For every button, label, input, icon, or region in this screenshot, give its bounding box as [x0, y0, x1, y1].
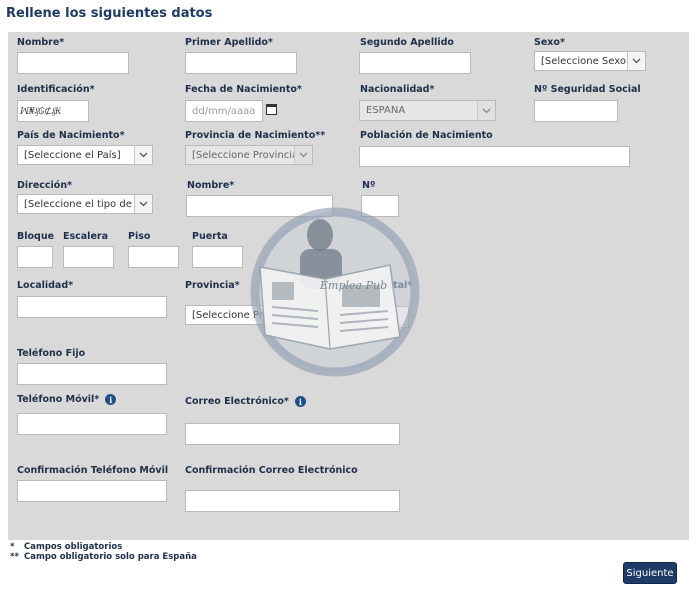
nacionalidad-select-value: ESPAÑA: [366, 105, 406, 116]
chevron-down-icon: [477, 101, 495, 120]
conf-telefono-input[interactable]: [17, 480, 167, 502]
chevron-down-icon: [134, 195, 152, 213]
label-primer-apellido: Primer Apellido*: [185, 37, 273, 48]
info-icon[interactable]: i: [294, 396, 306, 407]
label-direccion: Dirección*: [17, 180, 73, 191]
primer-apellido-input[interactable]: [185, 52, 297, 74]
identificacion-input[interactable]: ꟽ₦₰₲⊄₰₭: [17, 100, 89, 122]
note-espana: ** Campo obligatorio solo para España: [10, 552, 197, 562]
note-star: *: [10, 542, 15, 552]
label-numero: Nº: [362, 180, 376, 191]
numero-input[interactable]: [361, 195, 399, 217]
siguiente-button[interactable]: Siguiente: [623, 562, 677, 584]
correo-input[interactable]: [185, 423, 400, 445]
label-provincia: Provincia*: [185, 280, 240, 291]
chevron-down-icon: [294, 146, 312, 164]
piso-input[interactable]: [128, 246, 179, 268]
sexo-select[interactable]: [Seleccione Sexo]: [534, 51, 646, 71]
seguridad-social-input[interactable]: [534, 100, 618, 122]
label-fecha-nacimiento: Fecha de Nacimiento*: [185, 84, 302, 95]
required-notes: * Campos obligatorios ** Campo obligatorio…: [10, 542, 197, 562]
form-title: Rellene los siguientes datos: [6, 6, 213, 21]
puerta-input[interactable]: [192, 246, 243, 268]
chevron-down-icon: [134, 146, 152, 164]
tipo-via-select-value: [Seleccione el tipo de vía]: [24, 198, 134, 210]
label-segundo-apellido: Segundo Apellido: [360, 37, 454, 48]
provincia-nacimiento-select[interactable]: [Seleccione Provincia]: [185, 145, 313, 165]
provincia-nacimiento-select-value: [Seleccione Provincia]: [192, 149, 294, 161]
telefono-movil-input[interactable]: [17, 413, 167, 435]
label-poblacion-nacimiento: Población de Nacimiento: [360, 130, 493, 141]
info-icon[interactable]: i: [105, 394, 117, 405]
label-escalera: Escalera: [63, 231, 108, 242]
label-provincia-nacimiento: Provincia de Nacimiento**: [185, 130, 326, 141]
nombre-input[interactable]: [17, 52, 129, 74]
label-nombre-via: Nombre*: [187, 180, 235, 191]
nombre-via-input[interactable]: [186, 195, 333, 217]
escalera-input[interactable]: [63, 246, 114, 268]
provincia-select-value: [Seleccione Provincia]: [192, 309, 302, 321]
label-codigo-postal: C. Postal*: [360, 280, 413, 291]
telefono-fijo-input[interactable]: [17, 363, 167, 385]
label-seguridad-social: Nº Seguridad Social: [534, 84, 641, 95]
codigo-postal-input[interactable]: [359, 306, 409, 328]
chevron-down-icon: [627, 52, 645, 70]
provincia-select[interactable]: [Seleccione Provincia]: [185, 305, 321, 325]
label-identificacion: Identificación*: [17, 84, 95, 95]
bloque-input[interactable]: [17, 246, 53, 268]
label-correo: Correo Electrónico* i: [185, 396, 306, 407]
tipo-via-select[interactable]: [Seleccione el tipo de vía]: [17, 194, 153, 214]
nacionalidad-select[interactable]: ESPAÑA: [359, 100, 496, 121]
label-pais-nacimiento: País de Nacimiento*: [17, 130, 125, 141]
label-conf-correo: Confirmación Correo Electrónico: [185, 465, 358, 476]
segundo-apellido-input[interactable]: [359, 52, 471, 74]
sexo-select-value: [Seleccione Sexo]: [541, 55, 627, 67]
pais-select-value: [Seleccione el País]: [24, 149, 121, 161]
note-obligatorios: * Campos obligatorios: [10, 542, 197, 552]
label-conf-telefono: Confirmación Teléfono Móvil: [17, 465, 169, 476]
label-bloque: Bloque: [17, 231, 55, 242]
label-localidad: Localidad*: [17, 280, 74, 291]
calendar-icon[interactable]: [266, 104, 277, 115]
label-telefono-movil: Teléfono Móvil* i: [17, 394, 117, 405]
label-telefono-fijo: Teléfono Fijo: [17, 348, 86, 359]
note-espana-text: Campo obligatorio solo para España: [24, 552, 197, 562]
label-correo-text: Correo Electrónico*: [185, 396, 289, 407]
label-puerta: Puerta: [192, 231, 228, 242]
label-sexo: Sexo*: [534, 37, 565, 48]
label-piso: Piso: [128, 231, 151, 242]
conf-correo-input[interactable]: [185, 490, 400, 512]
fecha-nacimiento-input[interactable]: [185, 100, 263, 122]
label-nacionalidad: Nacionalidad*: [360, 84, 435, 95]
chevron-down-icon: [302, 306, 320, 324]
label-nombre: Nombre*: [17, 37, 65, 48]
pais-select[interactable]: [Seleccione el País]: [17, 145, 153, 165]
localidad-input[interactable]: [17, 296, 167, 318]
note-obligatorios-text: Campos obligatorios: [24, 542, 123, 552]
label-telefono-movil-text: Teléfono Móvil*: [17, 394, 100, 405]
note-double-star: **: [10, 552, 19, 562]
poblacion-nacimiento-input[interactable]: [359, 146, 630, 167]
